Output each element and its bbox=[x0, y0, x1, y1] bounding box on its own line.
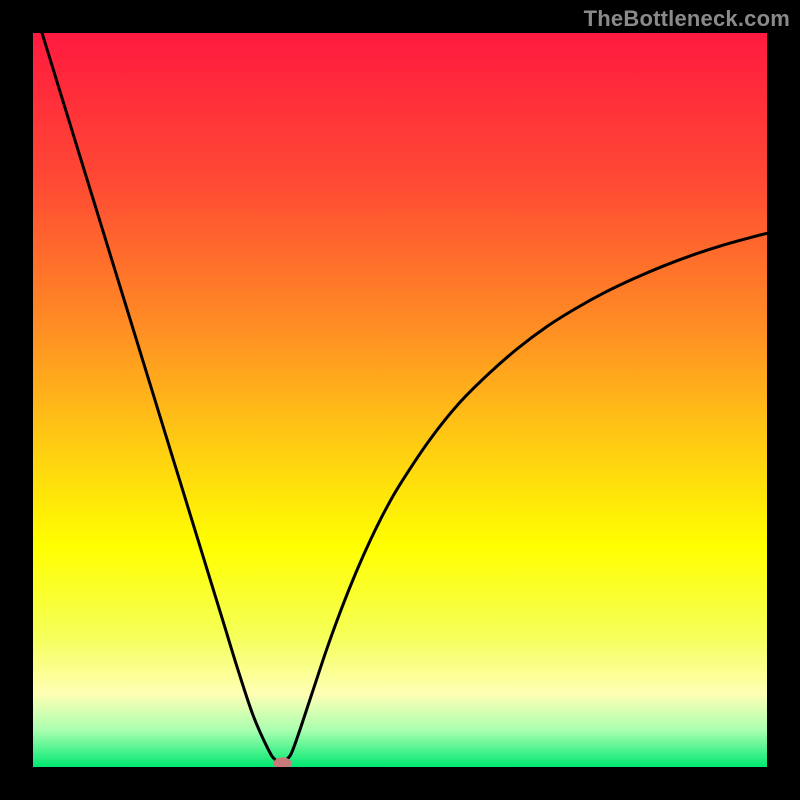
plot-area bbox=[33, 33, 767, 767]
watermark-label: TheBottleneck.com bbox=[584, 6, 790, 32]
chart-canvas bbox=[33, 33, 767, 767]
gradient-background bbox=[33, 33, 767, 767]
chart-frame: TheBottleneck.com bbox=[0, 0, 800, 800]
